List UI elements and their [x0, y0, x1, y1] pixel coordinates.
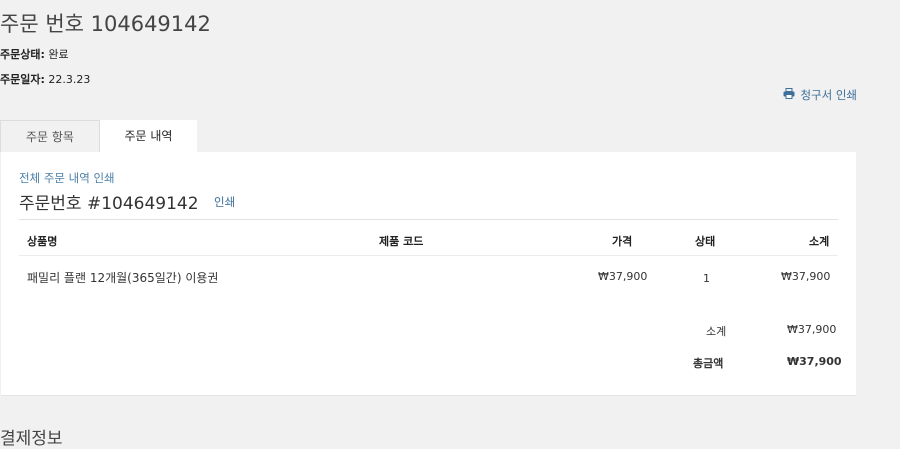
order-date-value: 22.3.23 — [48, 73, 91, 86]
page-title: 주문 번호 104649142 — [0, 12, 211, 36]
tab-order-history[interactable]: 주문 내역 — [100, 120, 197, 152]
summary-subtotal-value: ₩37,900 — [787, 323, 837, 336]
tab-order-items[interactable]: 주문 항목 — [0, 120, 100, 152]
column-header-product: 상품명 — [27, 235, 58, 248]
summary-total-value: ₩37,900 — [787, 355, 842, 368]
order-status-label: 주문상태: — [0, 48, 45, 61]
order-status-value: 완료 — [48, 48, 69, 61]
order-date-label: 주문일자: — [0, 73, 45, 86]
row-quantity: 1 — [703, 272, 710, 285]
order-date: 주문일자: 22.3.23 — [0, 71, 90, 87]
row-product-name: 패밀리 플랜 12개월(365일간) 이용권 — [27, 271, 219, 285]
order-print-link[interactable]: 인쇄 — [214, 194, 235, 210]
invoice-print-label: 청구서 인쇄 — [800, 88, 857, 102]
column-header-price: 가격 — [612, 235, 633, 248]
table-top-divider — [19, 219, 838, 220]
summary-total-label: 총금액 — [693, 357, 724, 370]
order-number-heading: 주문번호 #104649142 — [19, 194, 199, 214]
print-all-history-link[interactable]: 전체 주문 내역 인쇄 — [19, 170, 115, 186]
table-header-divider — [19, 255, 838, 256]
invoice-print-link[interactable]: 청구서 인쇄 — [783, 87, 857, 103]
column-header-code: 제품 코드 — [379, 235, 424, 248]
summary-subtotal-label: 소계 — [706, 325, 727, 338]
row-price: ₩37,900 — [598, 270, 648, 283]
order-history-panel: 전체 주문 내역 인쇄 주문번호 #104649142 인쇄 상품명 제품 코드… — [1, 152, 856, 396]
column-header-status: 상태 — [695, 235, 716, 248]
order-status: 주문상태: 완료 — [0, 46, 69, 62]
order-tabs: 주문 항목 주문 내역 — [0, 120, 197, 152]
column-header-subtotal: 소계 — [809, 235, 830, 248]
payment-info-heading: 결제정보 — [0, 429, 63, 449]
row-subtotal: ₩37,900 — [781, 270, 831, 283]
printer-icon — [783, 88, 795, 102]
